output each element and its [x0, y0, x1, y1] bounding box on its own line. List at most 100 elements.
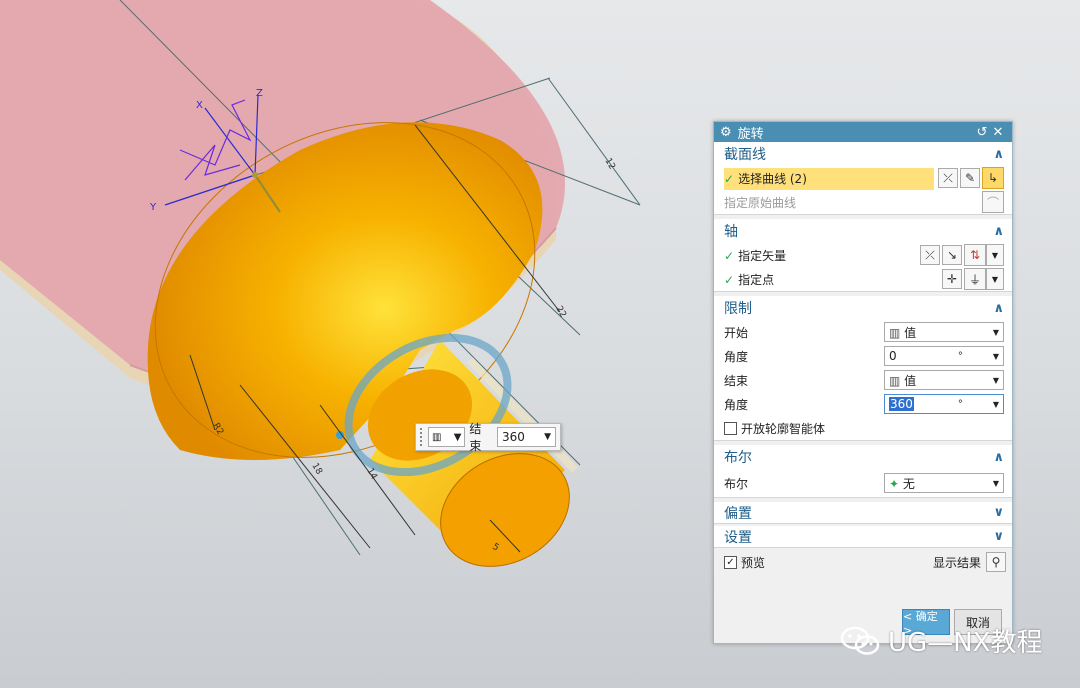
revolve-dialog: ⚙ 旋转 ↺ ✕ 截面线 ∧ ✓ 选择曲线 (2) ⤫ ✎ ↳ 指定原始曲线 ⌒ …	[713, 121, 1013, 644]
gear-icon[interactable]: ⚙	[720, 125, 732, 140]
start-angle-label: 角度	[724, 349, 749, 364]
limits-header[interactable]: 限制 ∧	[714, 296, 1012, 320]
specify-vector-label: 指定矢量	[738, 248, 787, 263]
section-curve-group: 截面线 ∧ ✓ 选择曲线 (2) ⤫ ✎ ↳ 指定原始曲线 ⌒	[714, 142, 1012, 215]
section-curve-header[interactable]: 截面线 ∧	[714, 142, 1012, 166]
sketch-section-icon[interactable]: ✎	[960, 168, 980, 188]
chevron-down-icon[interactable]: ▼	[986, 244, 1004, 266]
specify-point-label: 指定点	[738, 272, 775, 287]
point-type-icon[interactable]: ⏚	[964, 268, 986, 290]
chevron-down-icon[interactable]: ▼	[544, 432, 551, 442]
chevron-down-icon: ▼	[453, 431, 462, 443]
chevron-down-icon[interactable]: ▼	[993, 352, 999, 361]
vector-dialog-icon[interactable]: ↘	[942, 245, 962, 265]
open-profile-checkbox[interactable]	[724, 421, 737, 435]
chevron-down-icon[interactable]: ∨	[993, 505, 1004, 520]
boolean-group: 布尔 ∧ 布尔 ✦ 无 ▼	[714, 445, 1012, 498]
start-angle-value: 0	[889, 349, 897, 363]
open-profile-label: 开放轮廓智能体	[741, 421, 826, 436]
magnifier-icon[interactable]: ⚲	[986, 552, 1006, 572]
boolean-label: 布尔	[724, 476, 749, 491]
chevron-down-icon[interactable]: ▼	[993, 376, 999, 385]
curve-select-icon[interactable]: ↳	[982, 167, 1004, 189]
end-angle-input[interactable]: 360 ° ▼	[884, 394, 1004, 414]
start-label: 开始	[724, 325, 749, 340]
limits-title: 限制	[724, 301, 752, 317]
check-icon: ✓	[724, 171, 735, 186]
chevron-down-icon[interactable]: ▼	[993, 479, 999, 488]
start-row: 开始 ▥ 值 ▼	[714, 320, 1012, 344]
boolean-header[interactable]: 布尔 ∧	[714, 445, 1012, 469]
triad-x-label: X	[196, 100, 203, 111]
start-type-select[interactable]: ▥ 值 ▼	[884, 322, 1004, 342]
end-angle-value: 360	[501, 430, 525, 444]
point-dialog-icon[interactable]: ✛	[942, 269, 962, 289]
origin-curve-icon[interactable]: ⌒	[982, 191, 1004, 213]
specify-point-row[interactable]: ✓ 指定点 ✛ ⏚ ▼	[714, 267, 1012, 291]
value-type-icon: ▥	[889, 325, 901, 340]
end-type-value: 值	[904, 373, 917, 388]
end-angle-label: 角度	[724, 397, 749, 412]
axis-title: 轴	[724, 224, 738, 240]
end-angle-unit: °	[957, 398, 963, 410]
preview-checkbox[interactable]: ✓	[724, 555, 737, 569]
watermark: UG—NX教程	[840, 622, 1042, 659]
select-curve-label: 选择曲线 (2)	[738, 171, 807, 186]
boolean-value: 无	[902, 476, 915, 491]
watermark-text: UG—NX教程	[888, 628, 1043, 658]
axis-group: 轴 ∧ ✓ 指定矢量 ⤫ ↘ ⇅ ▼ ✓ 指定点 ✛ ⏚ ▼	[714, 219, 1012, 292]
reset-icon[interactable]: ↺	[974, 125, 990, 140]
chevron-up-icon[interactable]: ∧	[993, 224, 1004, 239]
triad-y-label: Y	[149, 202, 157, 213]
start-type-value: 值	[904, 325, 917, 340]
boolean-none-icon: ✦	[889, 476, 900, 491]
chevron-down-icon[interactable]: ▼	[993, 400, 999, 409]
settings-header[interactable]: 设置 ∨	[714, 526, 1012, 548]
chevron-down-icon[interactable]: ▼	[993, 328, 999, 337]
chevron-up-icon[interactable]: ∧	[993, 147, 1004, 162]
chevron-up-icon[interactable]: ∧	[993, 301, 1004, 316]
dialog-title: 旋转	[737, 126, 764, 142]
drag-grip-icon[interactable]	[420, 428, 424, 446]
settings-title: 设置	[724, 529, 752, 546]
axis-header[interactable]: 轴 ∧	[714, 219, 1012, 243]
open-profile-row[interactable]: 开放轮廓智能体	[714, 416, 1012, 440]
boolean-title: 布尔	[724, 450, 752, 466]
specify-origin-curve-label: 指定原始曲线	[724, 195, 797, 210]
chevron-down-icon[interactable]: ▼	[986, 268, 1004, 290]
check-icon: ✓	[724, 272, 735, 287]
end-type-select[interactable]: ▥ 值 ▼	[884, 370, 1004, 390]
wechat-icon	[840, 626, 880, 655]
offset-title: 偏置	[724, 505, 752, 522]
end-angle-input[interactable]: 360 ▼	[496, 427, 556, 447]
end-angle-value: 360	[889, 397, 914, 411]
start-angle-input[interactable]: 0 ° ▼	[884, 346, 1004, 366]
vector-type-icon[interactable]: ⇅	[964, 244, 986, 266]
limits-group: 限制 ∧ 开始 ▥ 值 ▼ 角度 0 ° ▼ 结束 ▥ 值 ▼ 角度 360 °…	[714, 296, 1012, 441]
close-icon[interactable]: ✕	[990, 125, 1006, 140]
offset-header[interactable]: 偏置 ∨	[714, 502, 1012, 524]
triad-z-label: Z	[256, 88, 263, 99]
chevron-up-icon[interactable]: ∧	[993, 450, 1004, 465]
start-angle-row: 角度 0 ° ▼	[714, 344, 1012, 368]
dialog-titlebar[interactable]: ⚙ 旋转 ↺ ✕	[714, 122, 1012, 142]
specify-origin-curve-row[interactable]: 指定原始曲线 ⌒	[714, 190, 1012, 214]
boolean-row: 布尔 ✦ 无 ▼	[714, 469, 1012, 497]
preview-row: ✓ 预览 显示结果 ⚲	[714, 550, 1012, 574]
boolean-select[interactable]: ✦ 无 ▼	[884, 473, 1004, 493]
vector-reverse-icon[interactable]: ⤫	[920, 245, 940, 265]
end-angle-row: 角度 360 ° ▼	[714, 392, 1012, 416]
value-type-icon: ▥	[889, 373, 901, 388]
show-result-label: 显示结果	[932, 555, 981, 570]
select-curve-row[interactable]: ✓ 选择曲线 (2) ⤫ ✎ ↳	[714, 166, 1012, 190]
end-label: 结束	[469, 422, 482, 453]
chevron-down-icon[interactable]: ∨	[993, 529, 1004, 544]
value-type-dropdown[interactable]: ▥ ▼	[427, 427, 466, 447]
floating-end-angle-tool[interactable]: ▥ ▼ 结束 360 ▼	[415, 422, 561, 453]
value-type-icon: ▥	[431, 431, 442, 443]
section-curve-title: 截面线	[724, 147, 766, 163]
preview-label: 预览	[741, 555, 766, 570]
start-angle-unit: °	[957, 350, 963, 362]
specify-vector-row[interactable]: ✓ 指定矢量 ⤫ ↘ ⇅ ▼	[714, 243, 1012, 267]
curve-rule-icon[interactable]: ⤫	[938, 168, 958, 188]
